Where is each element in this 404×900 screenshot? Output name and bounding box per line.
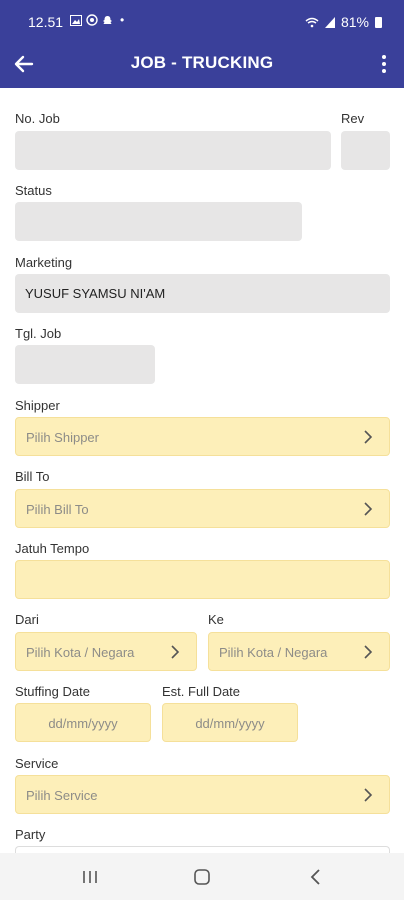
jatuh-tempo-input[interactable] (15, 560, 390, 599)
dari-label: Dari (15, 612, 39, 627)
battery-percent: 81% (340, 14, 369, 30)
est-full-date-label: Est. Full Date (162, 684, 241, 699)
more-notifications-dot: • (120, 13, 125, 27)
notification-icons: • (70, 13, 124, 27)
status-field (15, 202, 302, 241)
chevron-right-icon (364, 430, 373, 444)
status-bar: 12.51 • 81% (0, 0, 404, 40)
ke-select[interactable]: Pilih Kota / Negara (208, 632, 390, 671)
status-time: 12.51 (28, 14, 64, 30)
app-bar: JOB - TRUCKING (0, 40, 404, 88)
system-nav-bar (0, 853, 404, 900)
bill-to-select[interactable]: Pilih Bill To (15, 489, 390, 528)
chevron-right-icon (364, 502, 373, 516)
shipper-select[interactable]: Pilih Shipper (15, 417, 390, 456)
est-full-date-input[interactable]: dd/mm/yyyy (162, 703, 298, 742)
rev-label: Rev (341, 111, 365, 126)
chevron-right-icon (364, 645, 373, 659)
marketing-field: YUSUF SYAMSU NI'AM (15, 274, 390, 313)
dari-placeholder: Pilih Kota / Negara (26, 645, 135, 660)
ke-label: Ke (208, 612, 224, 627)
ke-placeholder: Pilih Kota / Negara (219, 645, 328, 660)
shipper-placeholder: Pilih Shipper (26, 430, 99, 445)
jatuh-tempo-label: Jatuh Tempo (15, 541, 90, 556)
no-job-label: No. Job (15, 111, 60, 126)
chevron-right-icon (364, 788, 373, 802)
shipper-label: Shipper (15, 398, 60, 413)
tgl-job-field (15, 345, 155, 384)
status-label: Status (15, 183, 52, 198)
service-label: Service (15, 756, 59, 771)
page-title: JOB - TRUCKING (130, 53, 274, 72)
no-job-field (15, 131, 331, 170)
service-placeholder: Pilih Service (26, 788, 98, 803)
signal-icon (324, 16, 335, 28)
stuffing-date-label: Stuffing Date (15, 684, 90, 699)
bill-to-label: Bill To (15, 469, 50, 484)
snapchat-icon (103, 15, 112, 24)
party-label: Party (15, 827, 46, 842)
battery-icon (375, 16, 382, 28)
dari-select[interactable]: Pilih Kota / Negara (15, 632, 197, 671)
whatsapp-icon (86, 14, 98, 26)
gallery-icon (70, 14, 82, 26)
home-icon[interactable] (192, 867, 212, 887)
chevron-right-icon (171, 645, 180, 659)
marketing-label: Marketing (15, 255, 73, 270)
rev-field (341, 131, 390, 170)
tgl-job-label: Tgl. Job (15, 326, 62, 341)
service-select[interactable]: Pilih Service (15, 775, 390, 814)
stuffing-date-input[interactable]: dd/mm/yyyy (15, 703, 151, 742)
bill-to-placeholder: Pilih Bill To (26, 502, 89, 517)
status-right: 81% (305, 14, 382, 30)
more-vert-icon[interactable] (376, 52, 392, 76)
back-nav-icon[interactable] (306, 867, 326, 887)
wifi-icon (305, 17, 319, 27)
recent-apps-icon[interactable] (80, 867, 100, 887)
